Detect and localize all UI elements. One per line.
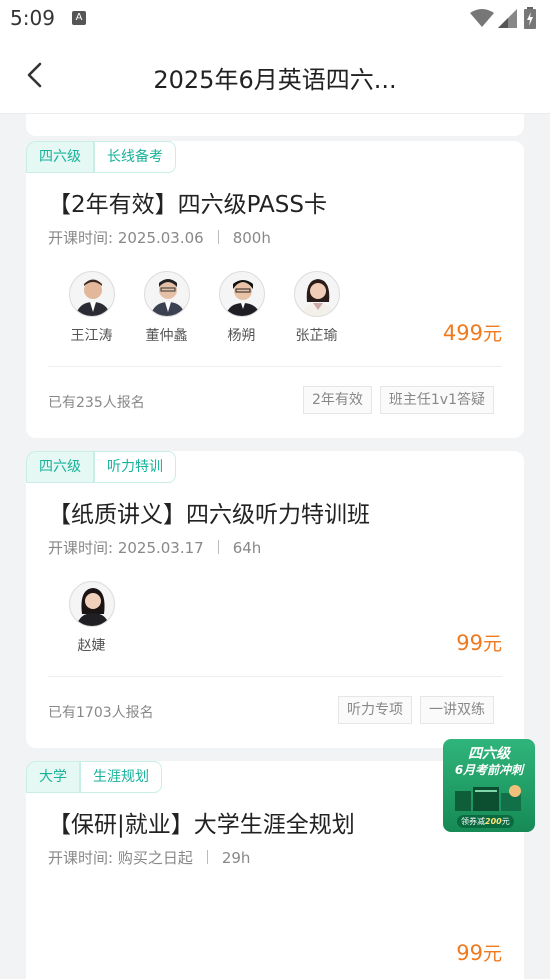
course-meta: 开课时间: 购买之日起 29h — [48, 847, 250, 868]
promo-line1: 四六级 — [468, 746, 510, 762]
course-meta: 开课时间: 2025.03.06 800h — [48, 227, 271, 248]
course-tags: 四六级 长线备考 — [26, 141, 176, 173]
course-price: 99元 — [456, 941, 502, 965]
card-divider — [48, 366, 502, 367]
signal-icon — [498, 9, 517, 28]
teacher-avatar — [218, 271, 265, 317]
teacher-list: 赵婕 — [54, 581, 129, 655]
teacher: 张芷瑜 — [279, 271, 354, 345]
course-tag: 生涯规划 — [80, 761, 162, 793]
promo-line2: 6月考前冲刺 — [454, 763, 524, 777]
books-icon — [455, 785, 521, 811]
teacher-avatar — [143, 271, 190, 317]
battery-charging-icon — [524, 7, 536, 29]
back-arrow-icon[interactable] — [24, 62, 48, 88]
feature-tags: 2年有效 班主任1v1答疑 — [302, 386, 494, 414]
teacher-name: 董仲蠡 — [145, 328, 188, 344]
page-title: 2025年6月英语四六... — [153, 66, 397, 94]
meta-divider — [206, 850, 208, 864]
teacher-list: 王江涛 董仲蠡 杨朔 张芷瑜 — [54, 271, 354, 345]
course-title: 【保研|就业】大学生涯全规划 — [48, 812, 355, 838]
teacher-name: 赵婕 — [77, 638, 106, 654]
course-duration: 29h — [221, 849, 251, 867]
teacher-avatar — [68, 271, 115, 317]
meta-divider — [217, 230, 219, 244]
wifi-icon — [470, 9, 494, 27]
teacher: 董仲蠡 — [129, 271, 204, 345]
feature-tag: 一讲双练 — [420, 696, 494, 724]
course-card[interactable]: 四六级 长线备考 【2年有效】四六级PASS卡 开课时间: 2025.03.06… — [26, 141, 524, 438]
previous-card-bottom — [26, 114, 524, 136]
promo-coupon: 领券减200元 — [457, 815, 514, 828]
teacher-avatar — [293, 271, 340, 317]
teacher-name: 杨朔 — [227, 328, 256, 344]
teacher-name: 张芷瑜 — [295, 328, 338, 344]
course-price: 99元 — [456, 631, 502, 655]
course-tag: 四六级 — [26, 141, 94, 173]
course-price: 499元 — [442, 321, 502, 345]
course-tag: 长线备考 — [94, 141, 176, 173]
promo-badge[interactable]: 四六级 6月考前冲刺 领券减200元 — [443, 739, 535, 832]
course-title: 【2年有效】四六级PASS卡 — [48, 192, 327, 218]
course-tags: 四六级 听力特训 — [26, 451, 176, 483]
start-time: 开课时间: 2025.03.06 — [48, 229, 204, 247]
course-duration: 800h — [232, 229, 271, 247]
course-title: 【纸质讲义】四六级听力特训班 — [48, 502, 370, 528]
teacher: 赵婕 — [54, 581, 129, 655]
enrollment-count: 已有235人报名 — [48, 395, 145, 411]
teacher-avatar — [68, 581, 115, 627]
feature-tag: 2年有效 — [302, 386, 372, 414]
meta-divider — [217, 540, 219, 554]
course-tag: 四六级 — [26, 451, 94, 483]
teacher: 杨朔 — [204, 271, 279, 345]
start-time: 开课时间: 2025.03.17 — [48, 539, 204, 557]
feature-tags: 听力专项 一讲双练 — [338, 696, 494, 724]
feature-tag: 班主任1v1答疑 — [379, 386, 494, 414]
enrollment-count: 已有1703人报名 — [48, 705, 154, 721]
status-bar: 5:09 A — [0, 0, 550, 36]
feature-tag: 听力专项 — [338, 696, 412, 724]
course-card[interactable]: 四六级 听力特训 【纸质讲义】四六级听力特训班 开课时间: 2025.03.17… — [26, 451, 524, 748]
status-time: 5:09 — [10, 6, 55, 30]
course-meta: 开课时间: 2025.03.17 64h — [48, 537, 261, 558]
course-tag: 大学 — [26, 761, 80, 793]
course-duration: 64h — [232, 539, 262, 557]
card-divider — [48, 676, 502, 677]
course-tags: 大学 生涯规划 — [26, 761, 162, 793]
teacher: 王江涛 — [54, 271, 129, 345]
notification-icon: A — [72, 11, 86, 25]
nav-bar: 2025年6月英语四六... — [0, 36, 550, 114]
course-tag: 听力特训 — [94, 451, 176, 483]
teacher-name: 王江涛 — [70, 328, 113, 344]
start-time: 开课时间: 购买之日起 — [48, 849, 193, 867]
